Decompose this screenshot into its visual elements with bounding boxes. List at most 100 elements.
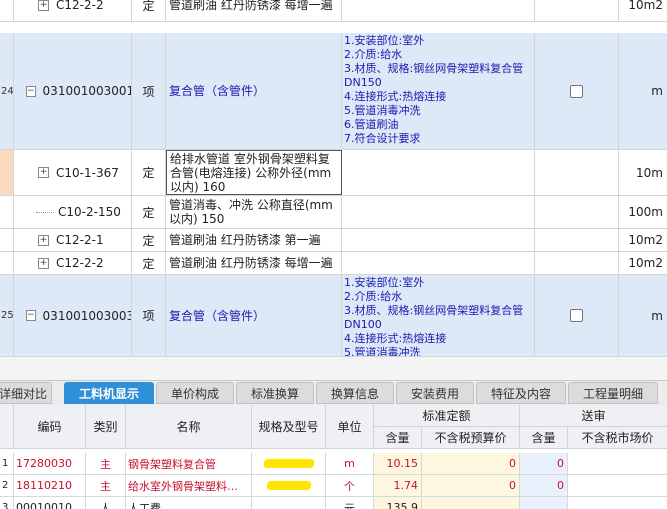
item-kind[interactable]: 项	[132, 33, 166, 149]
item-name[interactable]: 管道刷油 红丹防锈漆 第一遍	[166, 229, 342, 251]
tab-detail-compare[interactable]: 详细对比	[0, 382, 52, 404]
item-code[interactable]: + C12-2-2	[14, 0, 132, 21]
resource-code[interactable]: 17280030	[14, 453, 86, 474]
header-qty[interactable]: 含量	[374, 427, 422, 449]
resource-unit[interactable]: m	[326, 453, 374, 474]
item-kind[interactable]: 定	[132, 229, 166, 251]
item-unit[interactable]: 10m2	[619, 0, 667, 21]
item-code[interactable]: −031001003001	[14, 33, 132, 149]
expand-icon[interactable]: +	[38, 234, 49, 246]
item-code[interactable]: C10-2-150	[14, 196, 132, 228]
resource-price[interactable]: 0	[422, 453, 520, 474]
collapse-icon[interactable]: −	[26, 310, 36, 321]
item-checkbox[interactable]	[570, 309, 583, 322]
feature-line: 5.管道消毒冲洗	[344, 104, 421, 117]
item-kind[interactable]: 项	[132, 275, 166, 356]
resource-name[interactable]: 给水室外钢骨架塑料…	[126, 475, 252, 496]
submission-qty[interactable]: 0	[520, 475, 568, 496]
spec-highlight[interactable]	[252, 475, 326, 496]
item-name[interactable]: 复合管（含管件）	[166, 33, 342, 149]
item-unit[interactable]: 100m	[619, 196, 667, 228]
resource-code[interactable]: 00010010	[14, 497, 86, 509]
resource-spec[interactable]	[252, 497, 326, 509]
splitter-bar[interactable]	[0, 357, 667, 380]
expand-icon[interactable]: +	[38, 257, 49, 269]
market-price[interactable]	[568, 453, 667, 474]
item-unit[interactable]: 10m	[619, 150, 667, 195]
header-category[interactable]: 类别	[86, 405, 126, 449]
collapse-icon[interactable]: −	[26, 85, 36, 97]
item-features[interactable]	[342, 229, 535, 251]
tab-features-content[interactable]: 特征及内容	[476, 382, 566, 404]
item-name[interactable]: 管道刷油 红丹防锈漆 每增一遍	[166, 0, 342, 21]
tab-conversion-info[interactable]: 换算信息	[316, 382, 394, 404]
item-name[interactable]: 复合管（含管件）	[166, 275, 342, 356]
item-code[interactable]: + C12-2-1	[14, 229, 132, 251]
header-market-price[interactable]: 不含税市场价	[568, 427, 667, 449]
item-kind[interactable]: 定	[132, 0, 166, 21]
resource-category[interactable]: 主	[86, 453, 126, 474]
bill-item-row[interactable]: 24−031001003001 项复合管（含管件） 1.安装部位:室外 2.介质:给水…	[0, 33, 667, 150]
tab-labor-material-machine[interactable]: 工料机显示	[64, 382, 154, 404]
quota-item-row[interactable]: C10-2-150 定管道消毒、冲洗 公称直径(mm以内) 150 100m	[0, 196, 667, 229]
spec-highlight[interactable]	[252, 453, 326, 474]
expand-icon[interactable]: +	[38, 0, 49, 11]
quota-item-row[interactable]: + C10-1-367 定给排水管道 室外钢骨架塑料复合管(电熔连接) 公称外径(m…	[0, 150, 667, 196]
quota-item-row[interactable]: + C12-2-2 定管道刷油 红丹防锈漆 每增一遍 10m2	[0, 252, 667, 275]
item-features[interactable]	[342, 252, 535, 274]
item-features[interactable]	[342, 196, 535, 228]
item-code[interactable]: + C10-1-367	[14, 150, 132, 195]
header-name[interactable]: 名称	[126, 405, 252, 449]
bill-item-row[interactable]: 25−031001003003 项复合管（含管件） 1.安装部位:室外 2.介质:给水…	[0, 275, 667, 357]
resource-price[interactable]	[422, 497, 520, 509]
item-features[interactable]: 1.安装部位:室外 2.介质:给水 3.材质、规格:钢丝网骨架塑料复合管DN100 4…	[342, 275, 535, 356]
market-price[interactable]	[568, 475, 667, 496]
expand-icon[interactable]: +	[38, 167, 49, 178]
header-submission-qty[interactable]: 含量	[520, 427, 568, 449]
item-features[interactable]: 1.安装部位:室外 2.介质:给水 3.材质、规格:钢丝网骨架塑料复合管DN150 4…	[342, 33, 535, 149]
item-unit[interactable]: m	[619, 275, 667, 356]
resource-qty[interactable]: 10.15	[374, 453, 422, 474]
header-spec[interactable]: 规格及型号	[252, 405, 326, 449]
resource-name[interactable]: 钢骨架塑料复合管	[126, 453, 252, 474]
item-name[interactable]: 管道刷油 红丹防锈漆 每增一遍	[166, 252, 342, 274]
resource-qty[interactable]: 1.74	[374, 475, 422, 496]
item-kind[interactable]: 定	[132, 252, 166, 274]
resource-category[interactable]: 主	[86, 475, 126, 496]
table-row[interactable]: 3 00010010 人 人工费 元 135.9	[0, 497, 667, 509]
quota-item-row[interactable]: + C12-2-2 定管道刷油 红丹防锈漆 每增一遍 10m2	[0, 0, 667, 22]
submission-qty[interactable]: 0	[520, 453, 568, 474]
item-unit[interactable]: m	[619, 33, 667, 149]
item-features[interactable]	[342, 0, 535, 21]
header-code[interactable]: 编码	[14, 405, 86, 449]
item-name[interactable]: 管道消毒、冲洗 公称直径(mm以内) 150	[166, 196, 342, 228]
tab-quantity-detail[interactable]: 工程量明细	[568, 382, 658, 404]
item-checkbox[interactable]	[570, 84, 583, 98]
tree-connector	[36, 211, 54, 213]
item-kind[interactable]: 定	[132, 150, 166, 195]
market-price[interactable]	[568, 497, 667, 509]
resource-category[interactable]: 人	[86, 497, 126, 509]
resource-unit[interactable]: 个	[326, 475, 374, 496]
header-budget-price[interactable]: 不含税预算价	[422, 427, 520, 449]
resource-code[interactable]: 18110210	[14, 475, 86, 496]
item-features[interactable]	[342, 150, 535, 195]
resource-qty[interactable]: 135.9	[374, 497, 422, 509]
tab-standard-conversion[interactable]: 标准换算	[236, 382, 314, 404]
resource-name[interactable]: 人工费	[126, 497, 252, 509]
table-row[interactable]: 2 18110210 主 给水室外钢骨架塑料… 个 1.74 0 0	[0, 475, 667, 497]
item-kind[interactable]: 定	[132, 196, 166, 228]
item-unit[interactable]: 10m2	[619, 252, 667, 274]
tab-installation-fee[interactable]: 安装费用	[396, 382, 474, 404]
tab-unit-price-composition[interactable]: 单价构成	[156, 382, 234, 404]
resource-unit[interactable]: 元	[326, 497, 374, 509]
quota-item-row[interactable]: + C12-2-1 定管道刷油 红丹防锈漆 第一遍 10m2	[0, 229, 667, 252]
item-code[interactable]: −031001003003	[14, 275, 132, 356]
item-code[interactable]: + C12-2-2	[14, 252, 132, 274]
resource-price[interactable]: 0	[422, 475, 520, 496]
table-row[interactable]: 1 17280030 主 钢骨架塑料复合管 m 10.15 0 0	[0, 453, 667, 475]
item-name[interactable]: 给排水管道 室外钢骨架塑料复合管(电熔连接) 公称外径(mm以内) 160	[166, 150, 342, 195]
submission-qty[interactable]	[520, 497, 568, 509]
header-unit[interactable]: 单位	[326, 405, 374, 449]
item-unit[interactable]: 10m2	[619, 229, 667, 251]
